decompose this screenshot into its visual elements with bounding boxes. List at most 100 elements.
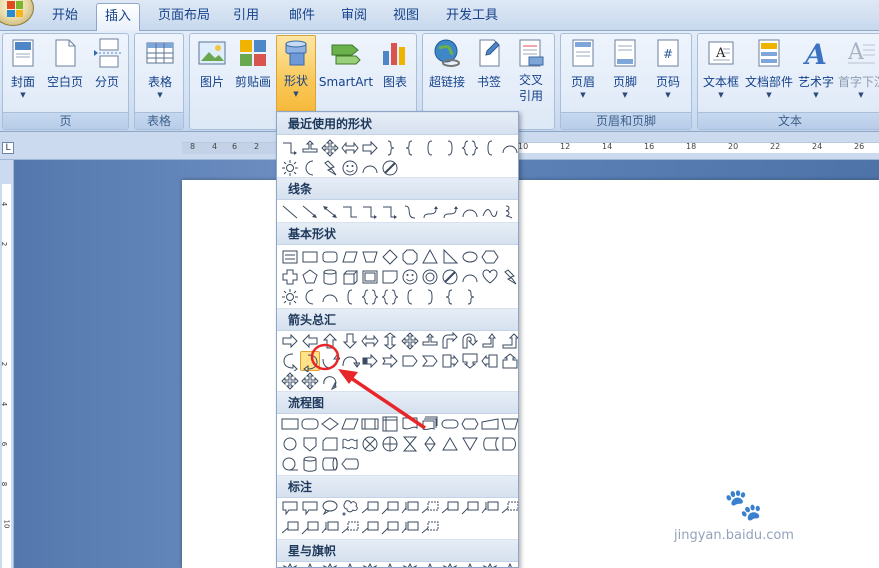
- cover-page-button[interactable]: 封面 ▼: [5, 37, 41, 100]
- calloutR-shape-icon[interactable]: [440, 351, 460, 371]
- calloutL-shape-icon[interactable]: [480, 351, 500, 371]
- curvedU-shape-icon[interactable]: [320, 351, 340, 371]
- braceR-shape-icon[interactable]: [460, 287, 480, 307]
- moon-shape-icon[interactable]: [300, 158, 320, 178]
- fsort-shape-icon[interactable]: [420, 434, 440, 454]
- tab-home[interactable]: 开始: [44, 0, 86, 31]
- moon-shape-icon[interactable]: [300, 287, 320, 307]
- header-button[interactable]: 页眉 ▼: [565, 37, 601, 100]
- sun-shape-icon[interactable]: [280, 287, 300, 307]
- curveA-shape-icon[interactable]: [420, 202, 440, 222]
- c8-shape-icon[interactable]: [340, 518, 360, 538]
- fcollate-shape-icon[interactable]: [400, 434, 420, 454]
- c5-shape-icon[interactable]: [360, 518, 380, 538]
- falt-shape-icon[interactable]: [300, 414, 320, 434]
- curve-shape-icon[interactable]: [400, 202, 420, 222]
- tab-insert[interactable]: 插入: [96, 3, 140, 32]
- blank-page-button[interactable]: 空白页: [45, 37, 85, 90]
- c7-shape-icon[interactable]: [400, 518, 420, 538]
- wordart-button[interactable]: A 艺术字 ▼: [796, 37, 836, 100]
- fterm-shape-icon[interactable]: [440, 414, 460, 434]
- finternal-shape-icon[interactable]: [380, 414, 400, 434]
- hex-shape-icon[interactable]: [480, 247, 500, 267]
- fprep-shape-icon[interactable]: [460, 414, 480, 434]
- plus-shape-icon[interactable]: [280, 267, 300, 287]
- sun-shape-icon[interactable]: [280, 158, 300, 178]
- heart-shape-icon[interactable]: [480, 267, 500, 287]
- bookmark-button[interactable]: 书签: [473, 37, 505, 90]
- office-button[interactable]: [0, 0, 34, 26]
- para-shape-icon[interactable]: [340, 247, 360, 267]
- text-box-button[interactable]: A 文本框 ▼: [700, 37, 742, 100]
- arrowR-shape-icon[interactable]: [360, 138, 380, 158]
- fdisplay-shape-icon[interactable]: [340, 454, 360, 474]
- picture-button[interactable]: 图片: [194, 37, 230, 90]
- star8-shape-icon[interactable]: [320, 562, 340, 567]
- fpred-shape-icon[interactable]: [360, 414, 380, 434]
- fseq-shape-icon[interactable]: [280, 454, 300, 474]
- curvedD-shape-icon[interactable]: [340, 351, 360, 371]
- c3-shape-icon[interactable]: [320, 498, 340, 518]
- arrowU-shape-icon[interactable]: [320, 331, 340, 351]
- tab-page-layout[interactable]: 页面布局: [152, 0, 216, 31]
- fextract-shape-icon[interactable]: [440, 434, 460, 454]
- quick-parts-button[interactable]: 文档部件 ▼: [744, 37, 794, 100]
- tab-review[interactable]: 审阅: [332, 0, 376, 31]
- elbowA-shape-icon[interactable]: [280, 138, 300, 158]
- arrow4-shape-icon[interactable]: [280, 371, 300, 391]
- tab-view[interactable]: 视图: [384, 0, 428, 31]
- c8-shape-icon[interactable]: [500, 498, 518, 518]
- arc-shape-icon[interactable]: [460, 267, 480, 287]
- star8-shape-icon[interactable]: [400, 562, 420, 567]
- tab-developer[interactable]: 开发工具: [440, 0, 504, 31]
- star5-shape-icon[interactable]: [380, 562, 400, 567]
- fmanual-shape-icon[interactable]: [480, 414, 500, 434]
- bracketR-shape-icon[interactable]: [440, 138, 460, 158]
- freeform-shape-icon[interactable]: [480, 202, 500, 222]
- c5-shape-icon[interactable]: [280, 518, 300, 538]
- bracket-shape-icon[interactable]: [420, 138, 440, 158]
- noentry-shape-icon[interactable]: [440, 267, 460, 287]
- fdelay-shape-icon[interactable]: [500, 434, 518, 454]
- fstored-shape-icon[interactable]: [480, 434, 500, 454]
- fmerge-shape-icon[interactable]: [460, 434, 480, 454]
- shapes-button[interactable]: 形状 ▼: [276, 35, 316, 114]
- scribble-shape-icon[interactable]: [500, 202, 518, 222]
- aline-shape-icon[interactable]: [300, 202, 320, 222]
- noentry-shape-icon[interactable]: [380, 158, 400, 178]
- arrow4-shape-icon[interactable]: [300, 371, 320, 391]
- page-number-button[interactable]: # 页码 ▼: [649, 37, 687, 100]
- calloutD-shape-icon[interactable]: [460, 351, 480, 371]
- c6-shape-icon[interactable]: [380, 518, 400, 538]
- star5-shape-icon[interactable]: [300, 562, 320, 567]
- cube-shape-icon[interactable]: [340, 267, 360, 287]
- fmulti-shape-icon[interactable]: [420, 414, 440, 434]
- c5-shape-icon[interactable]: [440, 498, 460, 518]
- footer-button[interactable]: 页脚 ▼: [607, 37, 643, 100]
- star8-shape-icon[interactable]: [440, 562, 460, 567]
- fconn-shape-icon[interactable]: [280, 434, 300, 454]
- daline-shape-icon[interactable]: [320, 202, 340, 222]
- star5-shape-icon[interactable]: [460, 562, 480, 567]
- hyperlink-button[interactable]: 超链接: [425, 37, 469, 90]
- rrect-shape-icon[interactable]: [320, 247, 340, 267]
- c7-shape-icon[interactable]: [320, 518, 340, 538]
- trap-shape-icon[interactable]: [360, 247, 380, 267]
- donut-shape-icon[interactable]: [420, 267, 440, 287]
- page-break-button[interactable]: 分页: [89, 37, 125, 90]
- c8-shape-icon[interactable]: [420, 498, 440, 518]
- tab-selector[interactable]: L: [2, 142, 14, 154]
- foffpage-shape-icon[interactable]: [300, 434, 320, 454]
- pentArrow-shape-icon[interactable]: [400, 351, 420, 371]
- drop-cap-button[interactable]: A 首字下沉 ▼: [838, 37, 879, 100]
- arrow4-shape-icon[interactable]: [320, 138, 340, 158]
- c5-shape-icon[interactable]: [360, 498, 380, 518]
- lup-shape-icon[interactable]: [480, 331, 500, 351]
- ftape-shape-icon[interactable]: [340, 434, 360, 454]
- rect-shape-icon[interactable]: [300, 247, 320, 267]
- arrowUT-shape-icon[interactable]: [420, 331, 440, 351]
- c7-shape-icon[interactable]: [400, 498, 420, 518]
- tab-references[interactable]: 引用: [224, 0, 268, 31]
- star5-shape-icon[interactable]: [500, 562, 518, 567]
- vertical-ruler[interactable]: 4 2 2 4 6 8 10: [0, 160, 14, 568]
